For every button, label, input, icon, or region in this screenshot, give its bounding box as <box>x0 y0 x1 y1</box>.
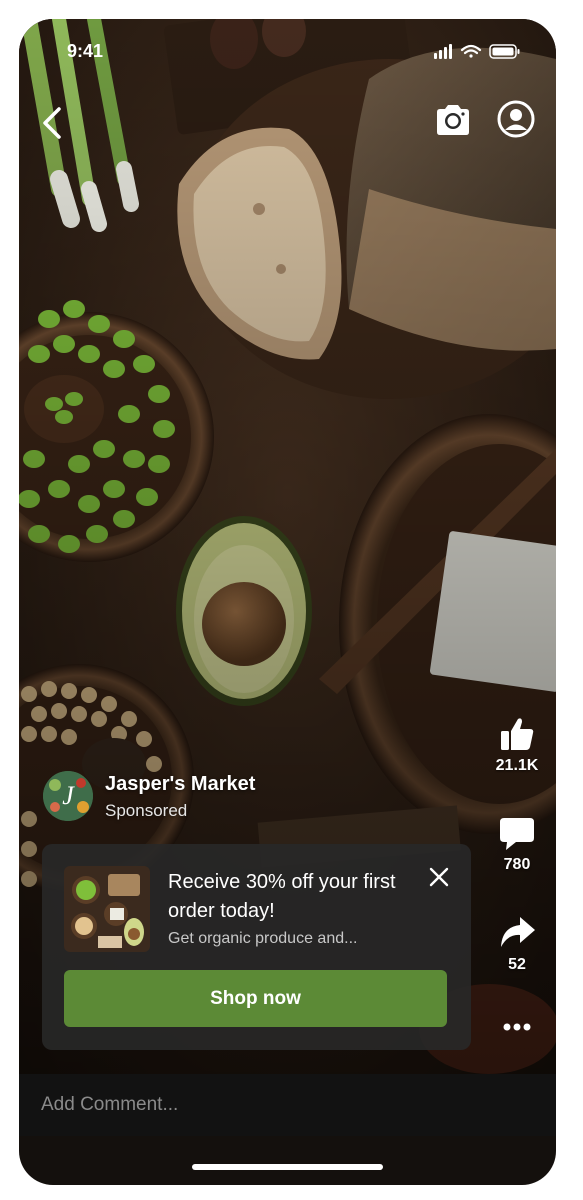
battery-icon <box>489 44 520 59</box>
phone-screen: 9:41 21.1K 780 52 J Jasper's Market Spon… <box>19 19 556 1185</box>
like-action: 21.1K <box>478 715 556 775</box>
status-time: 9:41 <box>67 41 104 61</box>
camera-button[interactable] <box>433 102 473 138</box>
home-indicator[interactable] <box>192 1164 383 1170</box>
brand-logo[interactable]: J <box>43 771 93 821</box>
signal-icon <box>434 44 452 59</box>
sponsored-label: Sponsored <box>105 801 188 820</box>
more-icon <box>503 1023 531 1031</box>
comment-count: 780 <box>503 856 531 873</box>
profile-icon <box>497 100 535 138</box>
thumbs-up-icon[interactable] <box>498 715 536 753</box>
status-icons <box>434 42 534 60</box>
shop-now-button[interactable]: Shop now <box>64 970 447 1027</box>
back-button[interactable] <box>37 105 67 141</box>
comment-icon[interactable] <box>498 814 536 852</box>
like-count: 21.1K <box>495 757 539 774</box>
brand-logo-letter: J <box>62 781 75 810</box>
share-action: 52 <box>478 914 556 974</box>
share-icon[interactable] <box>498 914 536 952</box>
comment-bar: Add Comment... <box>19 1074 556 1136</box>
ad-title: Receive 30% off your first order today! <box>168 871 396 922</box>
wifi-icon <box>460 44 482 58</box>
more-options-button[interactable] <box>502 1019 532 1035</box>
close-icon <box>429 867 449 887</box>
share-count: 52 <box>508 956 526 973</box>
comment-input[interactable]: Add Comment... <box>41 1074 521 1136</box>
brand-name[interactable]: Jasper's Market <box>105 773 255 796</box>
profile-button[interactable] <box>496 99 536 139</box>
back-icon <box>43 107 61 139</box>
comment-action: 780 <box>478 814 556 874</box>
close-ad-button[interactable] <box>428 866 450 888</box>
camera-icon <box>437 105 469 135</box>
ad-subtitle: Get organic produce and... <box>168 930 358 947</box>
ad-card: Receive 30% off your first order today! … <box>42 844 471 1050</box>
ad-thumbnail <box>64 866 150 952</box>
